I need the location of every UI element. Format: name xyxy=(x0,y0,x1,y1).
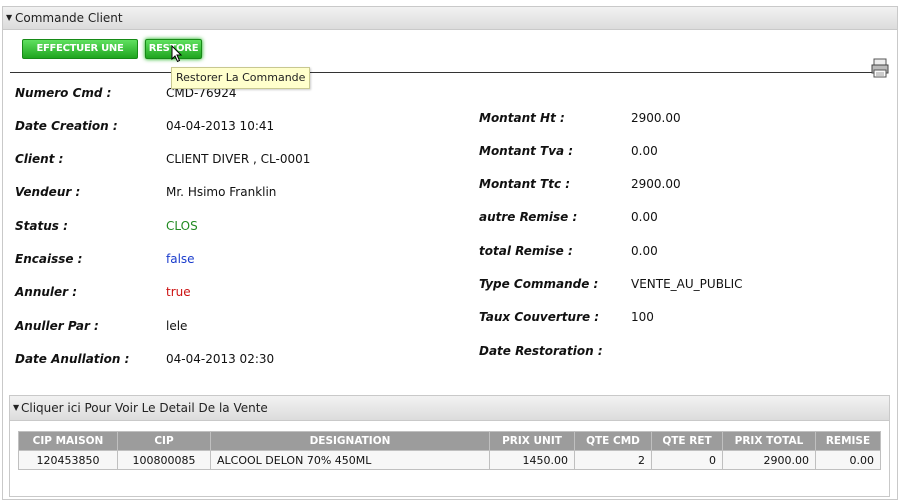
taux-couverture-label: Taux Couverture : xyxy=(479,310,600,324)
encaisse-value: false xyxy=(166,252,195,266)
date-creation-value: 04-04-2013 10:41 xyxy=(166,119,275,133)
date-anullation-value: 04-04-2013 02:30 xyxy=(166,352,275,366)
detail-vente-title: Cliquer ici Pour Voir Le Detail De la Ve… xyxy=(21,401,268,415)
type-commande-value: VENTE_AU_PUBLIC xyxy=(631,277,743,291)
client-label: Client : xyxy=(15,152,64,166)
montant-ttc-label: Montant Ttc : xyxy=(479,177,571,191)
col-cip[interactable]: CIP xyxy=(117,431,211,451)
detail-vente-panel: ▼ Cliquer ici Pour Voir Le Detail De la … xyxy=(9,395,890,497)
annuler-label: Annuler : xyxy=(15,285,78,299)
print-icon[interactable] xyxy=(871,58,889,78)
montant-tva-label: Montant Tva : xyxy=(479,144,574,158)
date-creation-label: Date Creation : xyxy=(15,119,118,133)
col-designation[interactable]: DESIGNATION xyxy=(210,431,490,451)
taux-couverture-value: 100 xyxy=(631,310,654,324)
encaisse-label: Encaisse : xyxy=(15,252,83,266)
triangle-down-icon[interactable]: ▼ xyxy=(6,7,12,29)
col-prix-total[interactable]: PRIX TOTAL xyxy=(722,431,816,451)
divider xyxy=(10,72,872,73)
panel-title: Commande Client xyxy=(15,11,123,25)
col-cip-maison[interactable]: CIP MAISON xyxy=(18,431,118,451)
numero-cmd-label: Numero Cmd : xyxy=(15,86,112,100)
status-label: Status : xyxy=(15,219,68,233)
total-remise-label: total Remise : xyxy=(479,244,573,258)
client-value: CLIENT DIVER , CL-0001 xyxy=(166,152,311,166)
type-commande-label: Type Commande : xyxy=(479,277,599,291)
panel-header[interactable]: ▼ Commande Client xyxy=(3,7,897,30)
autre-remise-label: autre Remise : xyxy=(479,210,578,224)
anuller-par-value: lele xyxy=(166,319,188,333)
qte-cmd-cell: 2 xyxy=(574,450,652,470)
prix-total-cell: 2900.00 xyxy=(722,450,816,470)
montant-ttc-value: 2900.00 xyxy=(631,177,681,191)
qte-ret-cell: 0 xyxy=(651,450,723,470)
total-remise-value: 0.00 xyxy=(631,244,658,258)
detail-table: CIP MAISON CIP DESIGNATION PRIX UNIT QTE… xyxy=(18,431,881,470)
table-header-row: CIP MAISON CIP DESIGNATION PRIX UNIT QTE… xyxy=(18,431,881,451)
restore-tooltip: Restorer La Commande xyxy=(171,67,311,89)
remise-cell: 0.00 xyxy=(815,450,881,470)
detail-vente-header[interactable]: ▼ Cliquer ici Pour Voir Le Detail De la … xyxy=(10,396,889,421)
autre-remise-value: 0.00 xyxy=(631,210,658,224)
prix-unit-cell: 1450.00 xyxy=(489,450,575,470)
table-row[interactable]: 120453850 100800085 ALCOOL DELON 70% 450… xyxy=(18,450,881,470)
vendeur-value: Mr. Hsimo Franklin xyxy=(166,185,277,199)
cip-cell: 100800085 xyxy=(117,450,211,470)
montant-ht-value: 2900.00 xyxy=(631,111,681,125)
col-qte-ret[interactable]: QTE RET xyxy=(651,431,723,451)
effectuer-vente-button[interactable]: EFFECTUER UNE VENTE xyxy=(22,39,138,72)
triangle-down-icon[interactable]: ▼ xyxy=(13,396,19,420)
montant-ht-label: Montant Ht : xyxy=(479,111,565,125)
montant-tva-value: 0.00 xyxy=(631,144,658,158)
annuler-value: true xyxy=(166,285,191,299)
cip-maison-link[interactable]: 120453850 xyxy=(18,450,118,470)
anuller-par-label: Anuller Par : xyxy=(15,319,99,333)
designation-cell: ALCOOL DELON 70% 450ML xyxy=(210,450,490,470)
col-qte-cmd[interactable]: QTE CMD xyxy=(574,431,652,451)
date-restoration-label: Date Restoration : xyxy=(479,344,603,358)
status-value: CLOS xyxy=(166,219,198,233)
date-anullation-label: Date Anullation : xyxy=(15,352,130,366)
col-prix-unit[interactable]: PRIX UNIT xyxy=(489,431,575,451)
col-remise[interactable]: REMISE xyxy=(815,431,881,451)
mouse-cursor-icon xyxy=(171,45,183,63)
vendeur-label: Vendeur : xyxy=(15,185,81,199)
